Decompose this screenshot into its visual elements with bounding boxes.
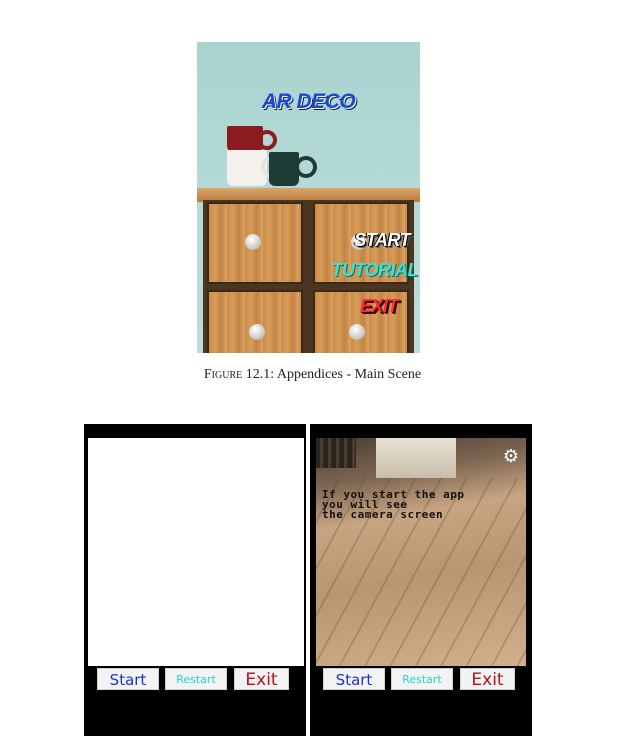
- exit-button[interactable]: Exit: [234, 668, 289, 690]
- figure-caption-text: Appendices - Main Scene: [274, 367, 422, 382]
- bookshelf: [316, 438, 356, 468]
- button-row: Start Restart Exit: [310, 668, 532, 690]
- drawer-knob: [349, 324, 365, 340]
- gear-icon[interactable]: ⚙: [502, 448, 520, 466]
- drawer-knob: [249, 324, 265, 340]
- start-button[interactable]: Start: [323, 668, 385, 690]
- restart-button[interactable]: Restart: [165, 668, 227, 690]
- figure-label: Figure 12.1:: [203, 367, 275, 382]
- restart-button[interactable]: Restart: [391, 668, 453, 690]
- figure-caption: Figure 12.1: Appendices - Main Scene: [0, 367, 625, 383]
- start-menu-item[interactable]: START: [354, 230, 410, 251]
- exit-menu-item[interactable]: EXIT: [360, 296, 399, 317]
- main-scene-screenshot: AR DECO START TUTORIAL EXIT: [197, 42, 420, 353]
- camera-message: If you start the app you will see the ca…: [322, 488, 465, 521]
- camera-view: ⚙ If you start the app you will see the …: [316, 438, 526, 666]
- red-mug-handle: [257, 130, 277, 150]
- blank-view: [88, 438, 304, 666]
- app-title: AR DECO: [261, 90, 356, 113]
- right-phone-screen: ⚙ If you start the app you will see the …: [310, 424, 532, 736]
- drawer-knob: [245, 234, 261, 250]
- exit-button[interactable]: Exit: [460, 668, 515, 690]
- button-row: Start Restart Exit: [84, 668, 306, 690]
- dark-green-mug-handle: [295, 156, 317, 178]
- left-phone-screen: Start Restart Exit: [84, 424, 306, 736]
- doorway: [376, 438, 456, 478]
- tutorial-menu-item[interactable]: TUTORIAL: [331, 260, 418, 281]
- drawer: [207, 290, 303, 353]
- start-button[interactable]: Start: [97, 668, 159, 690]
